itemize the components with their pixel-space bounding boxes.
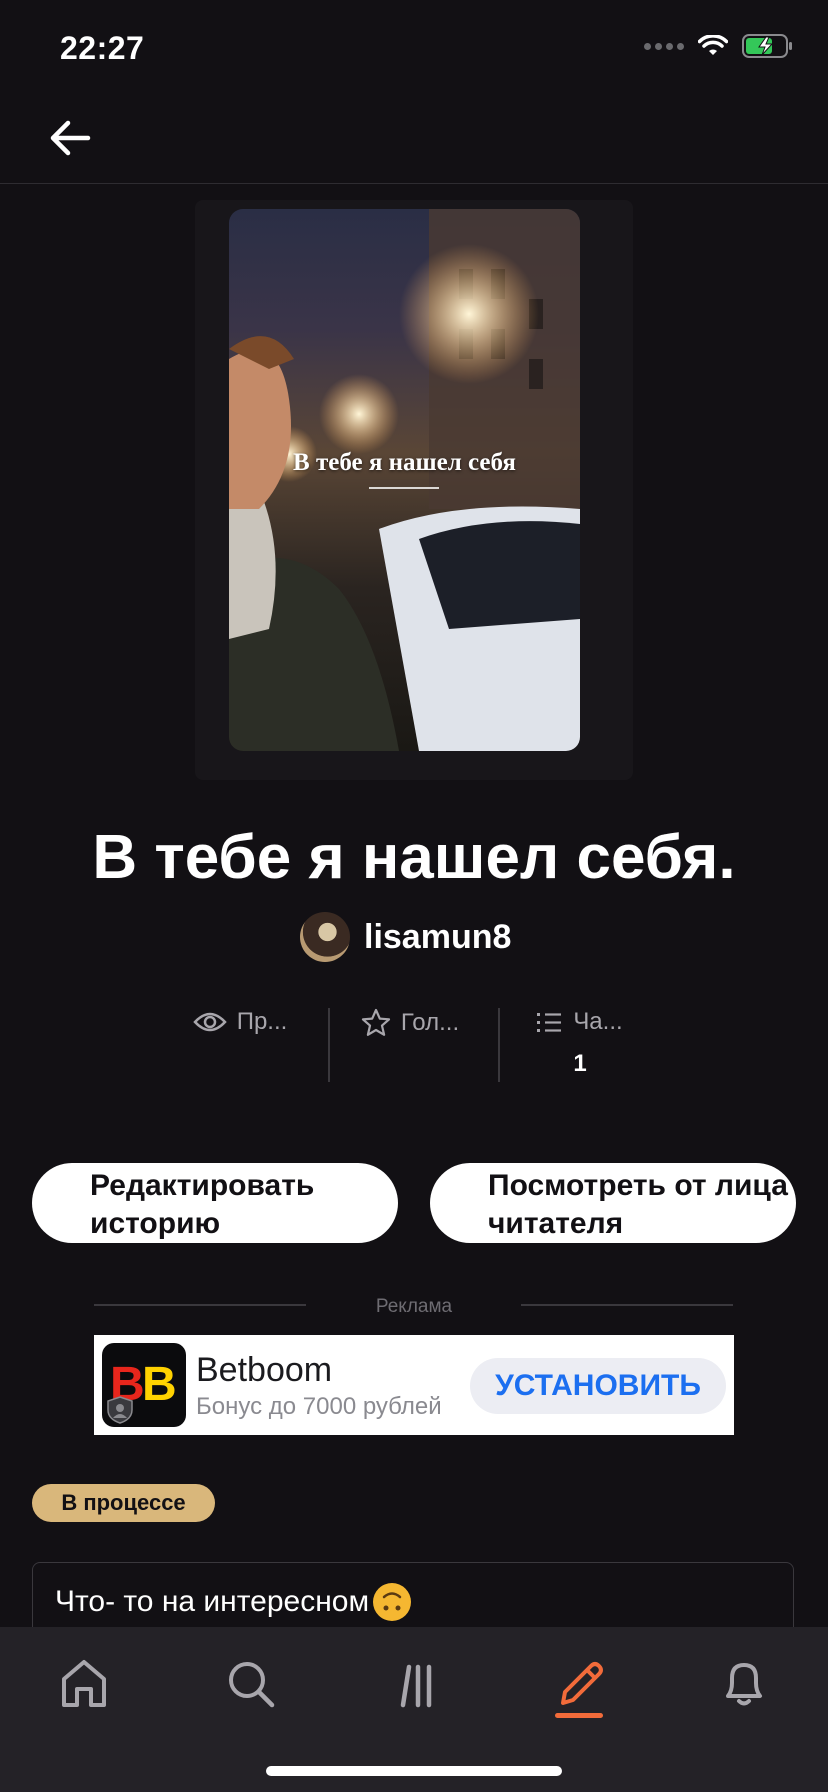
wifi-icon [698, 35, 728, 55]
eye-icon [192, 1012, 227, 1032]
write-icon[interactable] [550, 1653, 610, 1713]
description-text: Что- то на интересном [55, 1585, 370, 1618]
battery-charging-icon [742, 34, 792, 58]
author-avatar [300, 912, 350, 962]
stat-votes-label: Гол... [400, 1009, 460, 1036]
home-icon[interactable] [54, 1653, 114, 1713]
stat-parts-value: 1 [573, 1050, 587, 1077]
betboom-logo: B B [102, 1343, 186, 1427]
edit-story-button[interactable]: Редактировать историю [32, 1163, 398, 1243]
cellular-signal-icon [644, 42, 684, 50]
bell-icon[interactable] [714, 1653, 774, 1713]
author-link[interactable]: lisamun8 [300, 912, 511, 962]
list-icon [537, 1013, 562, 1032]
description: Что- то на интересном [55, 1583, 412, 1621]
search-icon[interactable] [220, 1653, 280, 1713]
betboom-logo-b2: B [142, 1358, 177, 1411]
status-badge: В процессе [32, 1484, 215, 1522]
status-time: 22:27 [60, 30, 145, 66]
header-divider [0, 183, 828, 184]
home-indicator[interactable] [266, 1766, 562, 1776]
upside-down-face-emoji-icon [373, 1583, 412, 1621]
story-stats: Пр... Гол... Ча... 1 [160, 1008, 660, 1088]
library-icon[interactable] [384, 1653, 444, 1713]
cover-title-underline [369, 487, 439, 489]
stat-reads-label: Пр... [236, 1008, 288, 1035]
ad-install-button[interactable]: УСТАНОВИТЬ [470, 1358, 726, 1414]
author-name: lisamun8 [364, 917, 512, 956]
stat-reads: Пр... [160, 1008, 320, 1050]
star-icon [361, 1008, 390, 1036]
stat-votes: Гол... [330, 1008, 490, 1052]
shield-icon [107, 1396, 133, 1424]
ad-banner[interactable]: B B Betboom Бонус до 7000 рублей УСТАНОВ… [94, 1335, 734, 1435]
ad-label: Реклама [375, 1296, 453, 1317]
back-arrow-icon[interactable] [44, 112, 96, 164]
cover-illustration [229, 209, 580, 751]
ad-divider-right [521, 1304, 733, 1306]
story-cover-image[interactable]: В тебе я нашел себя [229, 209, 580, 751]
ad-title: Betboom [196, 1351, 333, 1389]
stat-parts: Ча... 1 [500, 1008, 660, 1078]
status-icons [644, 34, 794, 58]
ad-subtitle: Бонус до 7000 рублей [196, 1393, 442, 1420]
reader-view-button[interactable]: Посмотреть от лица читателя [430, 1163, 796, 1243]
cover-title-text: В тебе я нашел себя [293, 449, 516, 476]
story-title: В тебе я нашел себя. [92, 823, 736, 892]
stat-parts-label: Ча... [573, 1008, 623, 1035]
active-tab-indicator [555, 1713, 603, 1718]
